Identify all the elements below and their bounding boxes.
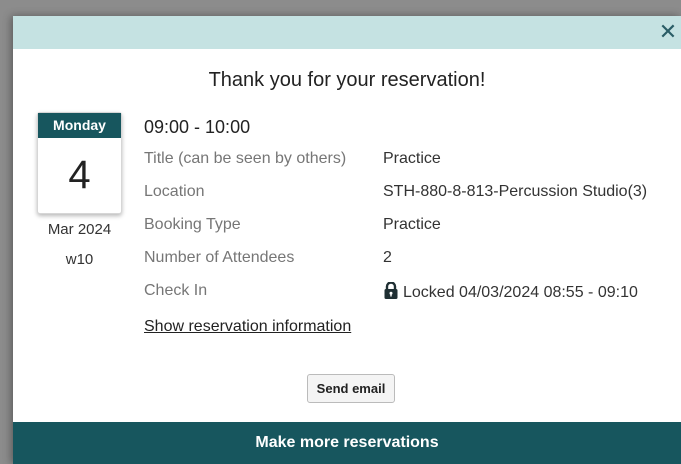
date-day-number: 4 <box>68 153 91 197</box>
date-month-year: Mar 2024 <box>47 221 112 238</box>
dialog-title: Thank you for your reservation! <box>208 69 486 91</box>
detail-label: Number of Attendees <box>144 249 295 266</box>
detail-value: Practice <box>383 216 441 233</box>
lock-icon <box>383 281 399 304</box>
date-day-name: Monday <box>38 113 121 138</box>
show-reservation-info-link[interactable]: Show reservation information <box>144 318 351 336</box>
dialog-header: ✕ <box>13 16 681 49</box>
detail-value: Practice <box>383 150 441 167</box>
date-card: Monday 4 <box>37 112 122 214</box>
check-in-text: Locked 04/03/2024 08:55 - 09:10 <box>403 284 638 301</box>
detail-label: Location <box>144 183 205 200</box>
detail-label: Check In <box>144 282 208 299</box>
detail-label: Title (can be seen by others) <box>144 150 347 167</box>
date-week: w10 <box>65 251 94 268</box>
check-in-status: Locked 04/03/2024 08:55 - 09:10 <box>383 281 638 304</box>
time-range: 09:00 - 10:00 <box>144 117 251 137</box>
reservation-confirmation-dialog: ✕ Thank you for your reservation! Monday… <box>13 16 681 464</box>
detail-value: 2 <box>383 249 392 266</box>
detail-value: STH-880-8-813-Percussion Studio(3) <box>383 183 648 200</box>
close-icon[interactable]: ✕ <box>655 18 681 46</box>
make-more-reservations-button[interactable]: Make more reservations <box>13 422 681 464</box>
detail-label: Booking Type <box>144 216 241 233</box>
send-email-button[interactable]: Send email <box>307 374 395 403</box>
